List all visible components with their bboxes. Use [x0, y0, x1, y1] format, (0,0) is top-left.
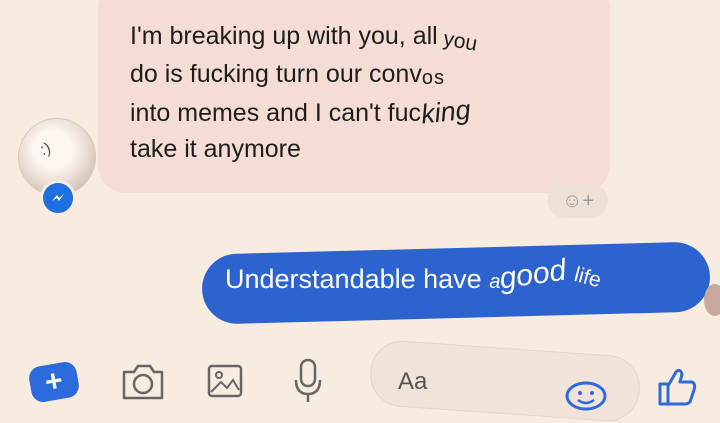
read-receipt-avatar: [704, 284, 720, 316]
outgoing-message-text: Understandable have agood life: [225, 253, 604, 296]
emoji-icon[interactable]: [564, 380, 608, 417]
messenger-badge: [40, 180, 76, 216]
incoming-message-text: I'm breaking up with you, all you do is f…: [130, 18, 600, 167]
messenger-icon: [52, 194, 64, 201]
gallery-icon[interactable]: [205, 360, 245, 407]
camera-icon[interactable]: [118, 360, 168, 407]
message-line-1: I'm breaking up with you, all you: [130, 22, 479, 56]
more-options-button[interactable]: +: [27, 360, 81, 404]
message-line-4: take it anymore: [130, 135, 301, 163]
avatar-face: :): [38, 139, 54, 160]
composer-toolbar: + Aa: [0, 338, 720, 423]
thumbs-up-icon[interactable]: [654, 364, 698, 413]
message-line-3: into memes and I can't fucking: [130, 94, 472, 130]
microphone-icon[interactable]: [290, 356, 326, 411]
add-reaction-button[interactable]: ☺+: [548, 184, 608, 218]
message-line-2: do is fucking turn our convos: [130, 60, 445, 89]
message-input-placeholder: Aa: [398, 368, 428, 395]
